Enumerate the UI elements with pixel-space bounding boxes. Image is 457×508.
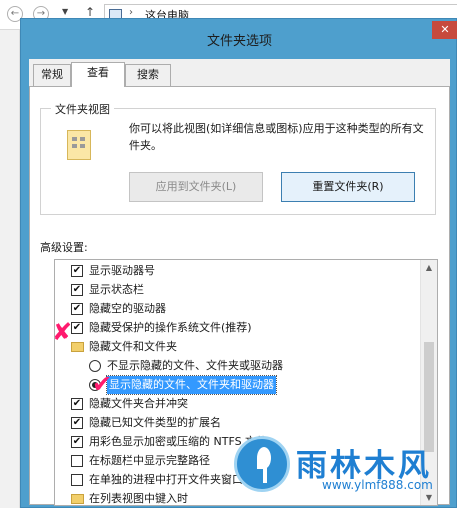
- row-label: 显示状态栏: [89, 283, 144, 296]
- up-arrow-icon[interactable]: ↑: [85, 5, 95, 19]
- folder-options-dialog: 文件夹选项 ✕ 常规 查看 搜索 文件夹视图 你可以将此视图(如详细信息或图标)…: [20, 18, 457, 508]
- tree-row: 在列表视图中键入时: [55, 490, 425, 505]
- tree-row[interactable]: ✔ 显示驱动器号: [55, 262, 425, 280]
- row-label: 隐藏文件和文件夹: [89, 340, 177, 353]
- dialog-title: 文件夹选项: [206, 34, 272, 49]
- checkbox-show-drive-letters[interactable]: ✔: [71, 265, 83, 277]
- ylmf-logo-icon: [234, 436, 290, 492]
- tree-row[interactable]: ✔ 显示状态栏: [55, 281, 425, 299]
- row-label: 显示驱动器号: [89, 264, 155, 277]
- group-title: 文件夹视图: [51, 101, 114, 117]
- close-icon[interactable]: ✕: [432, 21, 457, 39]
- advanced-settings-label: 高级设置:: [40, 241, 88, 254]
- row-label: 在标题栏中显示完整路径: [89, 454, 210, 467]
- tree-row[interactable]: ✔ 隐藏已知文件类型的扩展名: [55, 414, 425, 432]
- folder-views-icon: [67, 130, 91, 160]
- title-bar: 文件夹选项 ✕: [21, 19, 457, 59]
- checkbox-full-path-title[interactable]: [71, 455, 83, 467]
- tree-row[interactable]: ✔ 隐藏空的驱动器: [55, 300, 425, 318]
- scroll-thumb[interactable]: [424, 342, 434, 452]
- checkbox-hide-protected-os-files[interactable]: ✔: [71, 322, 83, 334]
- red-check-annotation: ✔: [92, 370, 113, 398]
- tab-view[interactable]: 查看: [71, 62, 125, 87]
- checkbox-hide-merge-conflicts[interactable]: ✔: [71, 398, 83, 410]
- folder-views-group: 文件夹视图 你可以将此视图(如详细信息或图标)应用于这种类型的所有文件夹。 应用…: [40, 101, 436, 215]
- row-label: 隐藏受保护的操作系统文件(推荐): [89, 321, 252, 334]
- tree-row: 隐藏文件和文件夹: [55, 338, 425, 356]
- folder-icon: [71, 342, 84, 352]
- row-label: 显示隐藏的文件、文件夹和驱动器: [106, 375, 277, 395]
- tab-general[interactable]: 常规: [33, 64, 71, 86]
- apply-to-folders-button[interactable]: 应用到文件夹(L): [129, 172, 263, 202]
- chevron-down-icon[interactable]: ▼: [62, 7, 68, 16]
- breadcrumb-separator: ›: [129, 7, 133, 18]
- scroll-down-icon[interactable]: ▼: [421, 493, 437, 502]
- reset-folders-button[interactable]: 重置文件夹(R): [281, 172, 415, 202]
- tab-search[interactable]: 搜索: [125, 64, 171, 86]
- checkbox-hide-extensions[interactable]: ✔: [71, 417, 83, 429]
- row-label: 隐藏空的驱动器: [89, 302, 166, 315]
- watermark-url: www.ylmf888.com: [322, 478, 433, 492]
- folder-icon: [71, 494, 84, 504]
- red-cross-annotation: ✘: [52, 318, 73, 346]
- checkbox-color-ntfs[interactable]: ✔: [71, 436, 83, 448]
- dialog-client: 常规 查看 搜索 文件夹视图 你可以将此视图(如详细信息或图标)应用于这种类型的…: [29, 59, 450, 506]
- folder-views-description: 你可以将此视图(如详细信息或图标)应用于这种类型的所有文件夹。: [129, 122, 424, 152]
- checkbox-hide-empty-drives[interactable]: ✔: [71, 303, 83, 315]
- checkbox-show-status-bar[interactable]: ✔: [71, 284, 83, 296]
- scroll-up-icon[interactable]: ▲: [421, 263, 437, 272]
- row-label: 在单独的进程中打开文件夹窗口: [89, 473, 243, 486]
- checkbox-separate-process[interactable]: [71, 474, 83, 486]
- row-label: 不显示隐藏的文件、文件夹或驱动器: [107, 359, 283, 372]
- row-label: 在列表视图中键入时: [89, 492, 188, 505]
- row-label: 隐藏已知文件类型的扩展名: [89, 416, 221, 429]
- tree-row[interactable]: ✔ 隐藏受保护的操作系统文件(推荐): [55, 319, 425, 337]
- explorer-nav-pane: [0, 30, 20, 508]
